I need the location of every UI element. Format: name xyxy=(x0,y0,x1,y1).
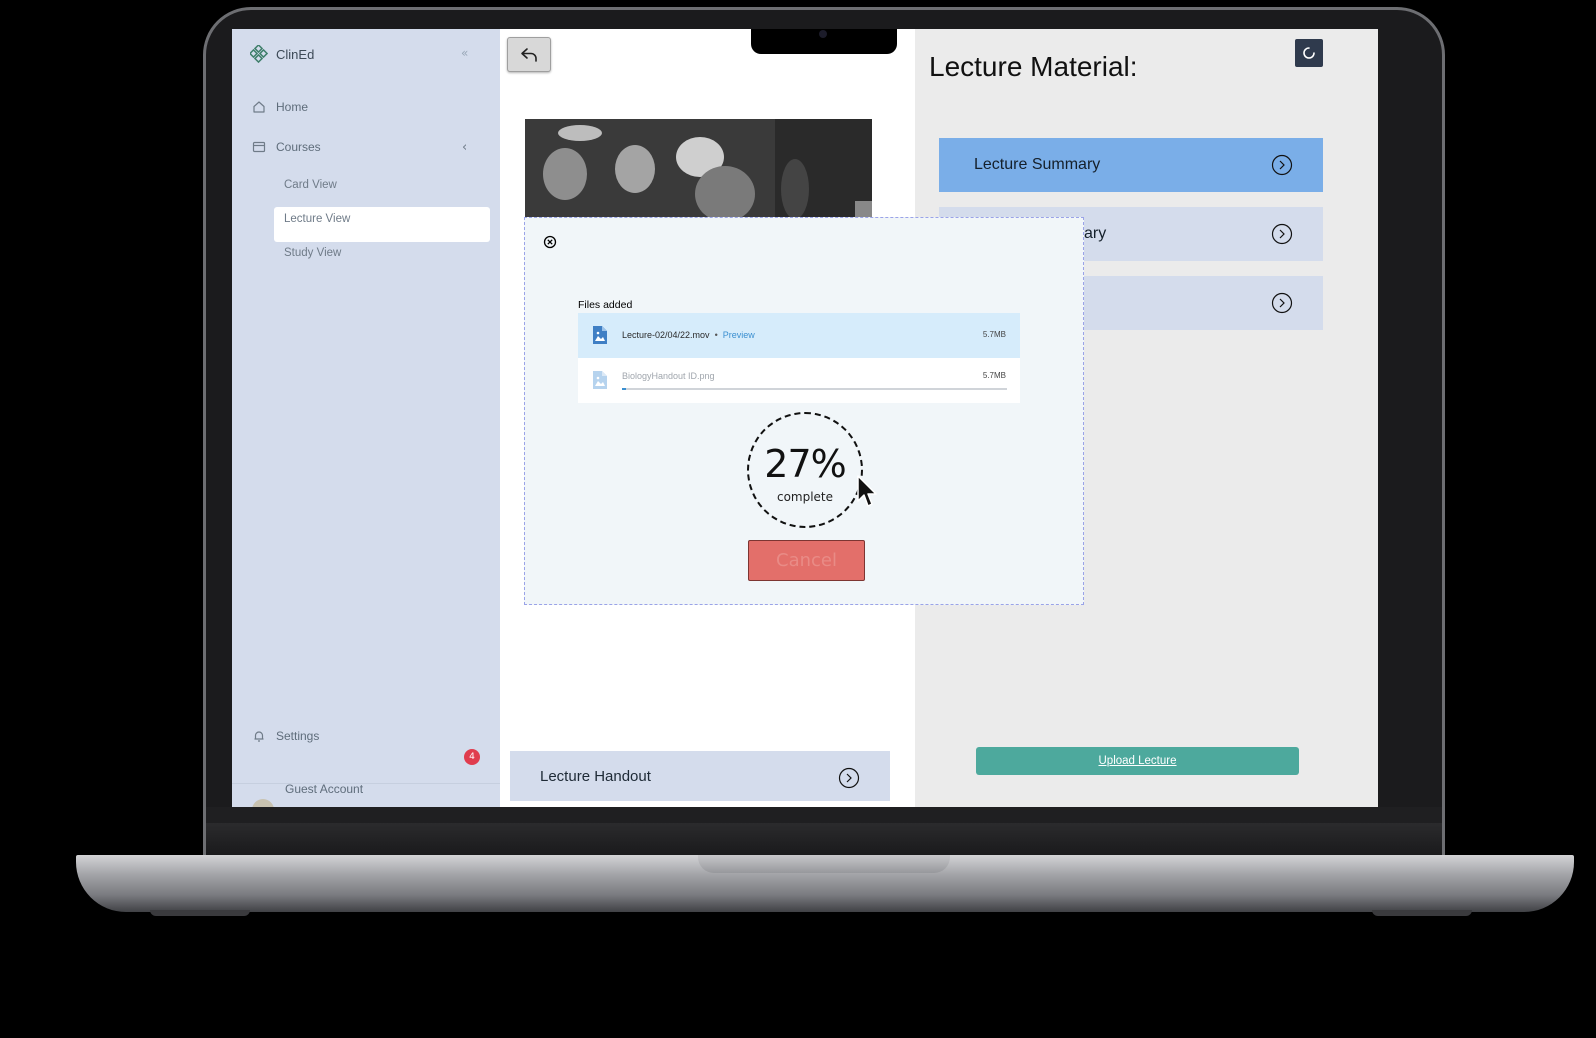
camera-icon xyxy=(819,30,827,38)
accordion-lecture-summary[interactable]: Lecture Summary xyxy=(939,138,1323,192)
sidebar-item-label: Courses xyxy=(276,140,321,154)
brand[interactable]: ClinEd xyxy=(250,45,314,63)
bell-icon xyxy=(254,731,264,742)
avatar[interactable] xyxy=(252,799,274,807)
loading-spinner-icon xyxy=(1295,39,1323,67)
courses-icon xyxy=(252,141,266,153)
logo-icon xyxy=(250,45,268,63)
collapse-sidebar-icon[interactable]: « xyxy=(461,46,468,60)
chevron-left-icon[interactable]: ‹ xyxy=(462,140,467,155)
sidebar-item-home[interactable]: Home xyxy=(252,100,308,114)
file-size: 5.7MB xyxy=(982,371,1006,380)
sidebar-item-label: Settings xyxy=(276,729,320,743)
laptop-base-notch xyxy=(698,855,950,873)
panel-title: Lecture Material: xyxy=(929,51,1138,82)
sidebar-subitem-lecture-view[interactable]: Lecture View xyxy=(284,213,350,225)
separator-dot: • xyxy=(714,330,718,340)
close-icon[interactable] xyxy=(543,235,557,249)
preview-link[interactable]: Preview xyxy=(723,330,755,340)
back-button[interactable] xyxy=(507,37,551,72)
undo-icon xyxy=(521,47,537,62)
account-name[interactable]: Guest Account xyxy=(285,782,363,796)
brand-name: ClinEd xyxy=(276,46,315,62)
lecture-handout-card[interactable]: Lecture Handout xyxy=(510,751,890,801)
sidebar-item-label: Home xyxy=(276,100,309,114)
image-file-icon xyxy=(593,326,607,344)
chevron-right-circle-icon xyxy=(1271,154,1293,176)
chevron-right-circle-icon xyxy=(1271,292,1293,314)
upload-progress-fill xyxy=(622,388,626,390)
file-name: Lecture-02/04/22.mov • Preview xyxy=(622,330,755,340)
file-name-text: Lecture-02/04/22.mov xyxy=(622,330,710,340)
mouse-cursor-icon xyxy=(857,475,877,507)
home-icon xyxy=(253,101,265,113)
sidebar-item-courses[interactable]: Courses xyxy=(252,140,321,154)
laptop-foot-left xyxy=(150,910,250,916)
progress-percent: 27% xyxy=(764,442,846,486)
progress-label: complete xyxy=(776,490,834,504)
app-screen: ClinEd « Home Courses ‹ Card View Lectur… xyxy=(232,29,1378,807)
handout-label: Lecture Handout xyxy=(540,768,651,785)
cancel-button[interactable]: Cancel xyxy=(748,540,865,581)
laptop-foot-right xyxy=(1372,910,1472,916)
upload-modal: Files added Lecture-02/04/22.mov • Preview… xyxy=(524,217,1084,605)
notification-badge: 4 xyxy=(464,749,480,765)
sidebar-subitem-study-view[interactable]: Study View xyxy=(284,247,341,259)
image-file-icon xyxy=(593,371,607,389)
surgery-image xyxy=(525,119,872,219)
upload-progress-bar xyxy=(622,388,1007,390)
laptop-hinge xyxy=(206,823,1442,855)
file-size: 5.7MB xyxy=(982,330,1006,339)
upload-lecture-button[interactable]: Upload Lecture xyxy=(976,747,1299,775)
sidebar: ClinEd « Home Courses ‹ Card View Lectur… xyxy=(232,29,500,807)
accordion-label: ary xyxy=(1084,225,1107,242)
progress-ring: 27% complete xyxy=(747,412,863,528)
chevron-right-circle-icon[interactable] xyxy=(838,767,860,789)
lecture-video-thumbnail[interactable] xyxy=(525,119,872,219)
sidebar-item-settings[interactable]: Settings xyxy=(252,729,319,743)
file-row[interactable]: Lecture-02/04/22.mov • Preview 5.7MB xyxy=(578,313,1020,358)
accordion-label: Lecture Summary xyxy=(974,156,1101,173)
file-name-text: BiologyHandout ID.png xyxy=(622,371,715,381)
account-label: Guest Account xyxy=(285,782,364,796)
file-row[interactable]: BiologyHandout ID.png 5.7MB xyxy=(578,358,1020,403)
sidebar-subitem-card-view[interactable]: Card View xyxy=(284,179,337,191)
divider xyxy=(232,783,500,784)
files-added-heading: Files added xyxy=(578,299,633,311)
chevron-right-circle-icon xyxy=(1271,223,1293,245)
